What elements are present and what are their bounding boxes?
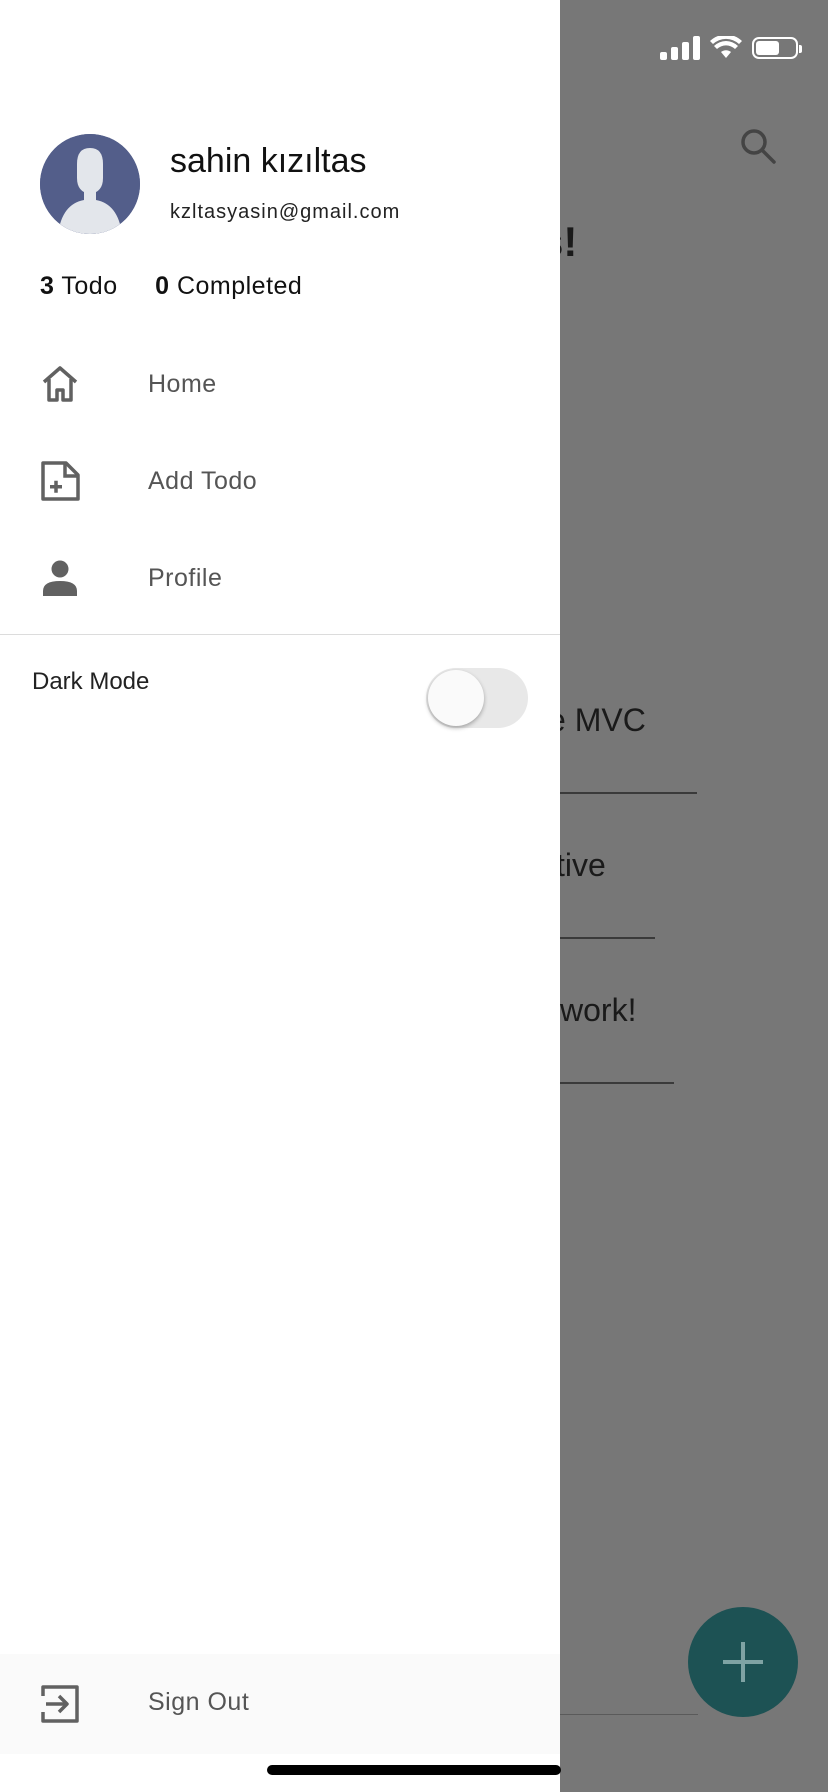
list-divider bbox=[560, 937, 655, 939]
battery-icon bbox=[752, 37, 802, 59]
user-name: sahin kızıltas bbox=[170, 142, 367, 180]
list-divider bbox=[560, 1082, 674, 1084]
dark-mode-label: Dark Mode bbox=[32, 668, 150, 695]
default-avatar-icon bbox=[40, 134, 140, 234]
person-icon bbox=[38, 556, 82, 600]
list-item[interactable]: work! bbox=[560, 992, 636, 1029]
dark-mode-toggle[interactable] bbox=[426, 668, 528, 728]
exit-icon bbox=[38, 1682, 82, 1726]
menu-label-profile: Profile bbox=[148, 563, 223, 592]
sign-out-label: Sign Out bbox=[148, 1688, 250, 1716]
home-indicator bbox=[267, 1765, 561, 1775]
user-email: kzltasyasin@gmail.com bbox=[170, 201, 401, 223]
note-add-icon bbox=[38, 459, 82, 503]
home-icon bbox=[38, 362, 82, 406]
list-item[interactable]: e MVC bbox=[548, 702, 646, 739]
todo-label: Todo bbox=[61, 272, 118, 300]
navigation-drawer: sahin kızıltas kzltasyasin@gmail.com 3 T… bbox=[0, 0, 560, 1792]
search-icon[interactable] bbox=[740, 128, 776, 164]
avatar[interactable] bbox=[40, 134, 140, 234]
completed-stat: 0 Completed bbox=[155, 272, 302, 301]
list-divider bbox=[560, 792, 697, 794]
cellular-signal-icon bbox=[660, 36, 700, 60]
list-item[interactable]: tive bbox=[556, 847, 606, 884]
plus-icon bbox=[723, 1642, 763, 1682]
wifi-icon bbox=[710, 36, 742, 58]
menu-label-add-todo: Add Todo bbox=[148, 466, 258, 495]
menu-divider bbox=[0, 634, 560, 635]
menu-item-profile[interactable]: Profile bbox=[0, 530, 560, 626]
add-todo-fab[interactable] bbox=[688, 1607, 798, 1717]
todo-stats: 3 Todo 0 Completed bbox=[40, 272, 332, 301]
sign-out-button[interactable]: Sign Out bbox=[0, 1654, 560, 1754]
status-bar bbox=[660, 36, 802, 60]
menu-label-home: Home bbox=[148, 369, 217, 398]
todo-count: 3 bbox=[40, 272, 55, 300]
menu-item-home[interactable]: Home bbox=[0, 336, 560, 432]
toggle-thumb bbox=[428, 670, 484, 726]
menu-item-add-todo[interactable]: Add Todo bbox=[0, 433, 560, 529]
list-divider bbox=[560, 1714, 698, 1715]
completed-label: Completed bbox=[176, 272, 303, 300]
todo-stat: 3 Todo bbox=[40, 272, 118, 301]
completed-count: 0 bbox=[155, 272, 170, 300]
